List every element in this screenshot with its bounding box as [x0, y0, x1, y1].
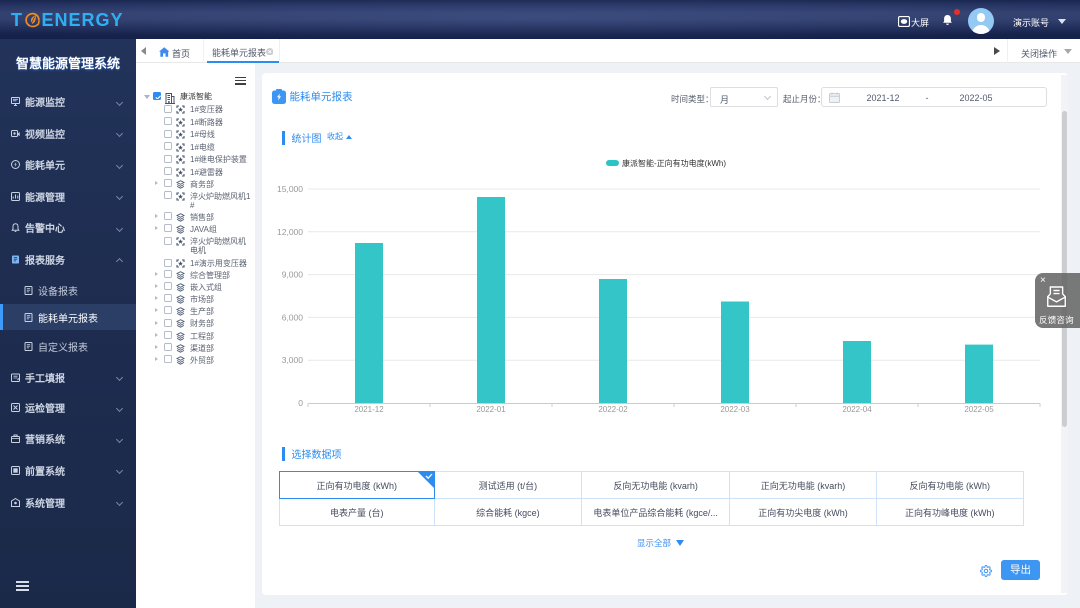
svg-text:2022-04: 2022-04	[842, 405, 872, 414]
svg-text:6,000: 6,000	[282, 312, 304, 322]
svg-text:3,000: 3,000	[282, 355, 304, 365]
svg-text:9,000: 9,000	[282, 270, 304, 280]
svg-text:2022-01: 2022-01	[476, 405, 506, 414]
svg-text:12,000: 12,000	[277, 227, 303, 237]
svg-text:0: 0	[298, 398, 303, 408]
svg-text:2021-12: 2021-12	[354, 405, 384, 414]
svg-text:2022-05: 2022-05	[964, 405, 994, 414]
svg-text:2022-02: 2022-02	[598, 405, 628, 414]
svg-text:2022-03: 2022-03	[720, 405, 750, 414]
svg-text:15,000: 15,000	[277, 184, 303, 194]
